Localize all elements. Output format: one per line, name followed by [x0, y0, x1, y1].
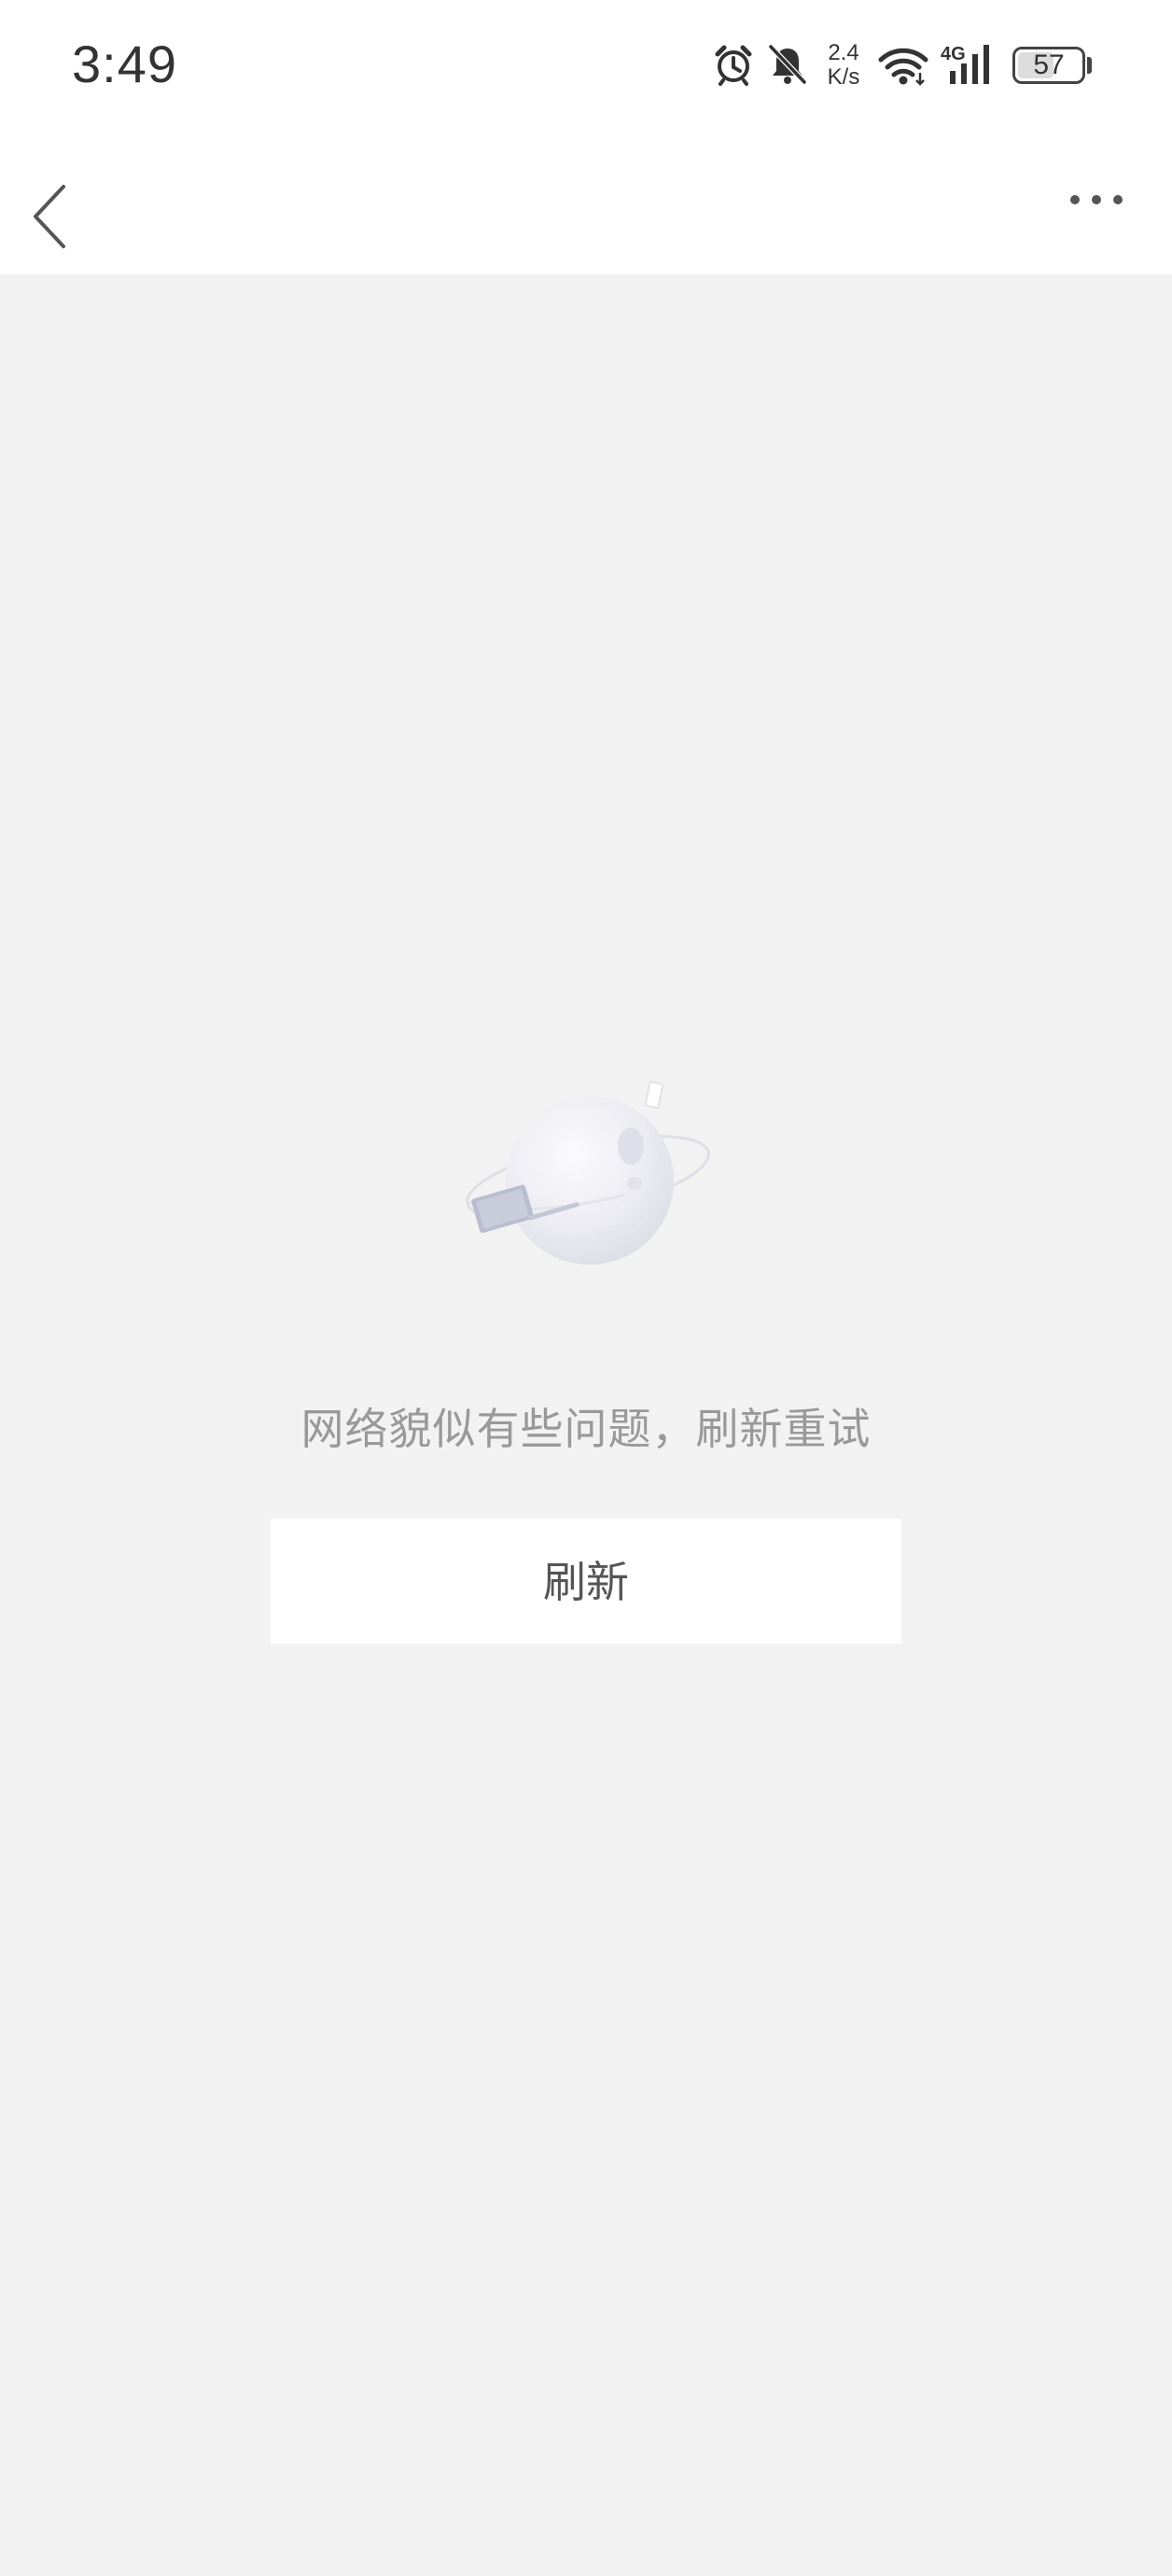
more-button[interactable] [1054, 168, 1138, 243]
wifi-icon [878, 48, 928, 86]
battery-icon: 57 [1012, 47, 1085, 84]
network-speed-value: 2.4 [828, 40, 859, 65]
chevron-left-icon [34, 185, 65, 248]
error-message: 网络貌似有些问题，刷新重试 [300, 1404, 872, 1454]
network-speed-unit: K/s [827, 64, 860, 90]
planet-illustration [466, 1081, 710, 1265]
nav-bar [0, 140, 1172, 274]
status-bar: 3:49 2.4 K/s 4G 57 [0, 0, 1172, 140]
alarm-icon [715, 45, 752, 86]
cellular-signal-icon: 4G [941, 44, 989, 84]
refresh-button[interactable]: 刷新 [271, 1519, 901, 1644]
battery-level: 57 [1033, 49, 1065, 80]
status-time: 3:49 [72, 35, 177, 93]
network-type-label: 4G [941, 44, 966, 64]
battery-tip [1087, 57, 1092, 74]
more-horizontal-icon [1070, 195, 1123, 204]
network-speed: 2.4 K/s [821, 41, 866, 90]
bell-muted-icon [768, 44, 807, 85]
back-button[interactable] [19, 159, 103, 256]
